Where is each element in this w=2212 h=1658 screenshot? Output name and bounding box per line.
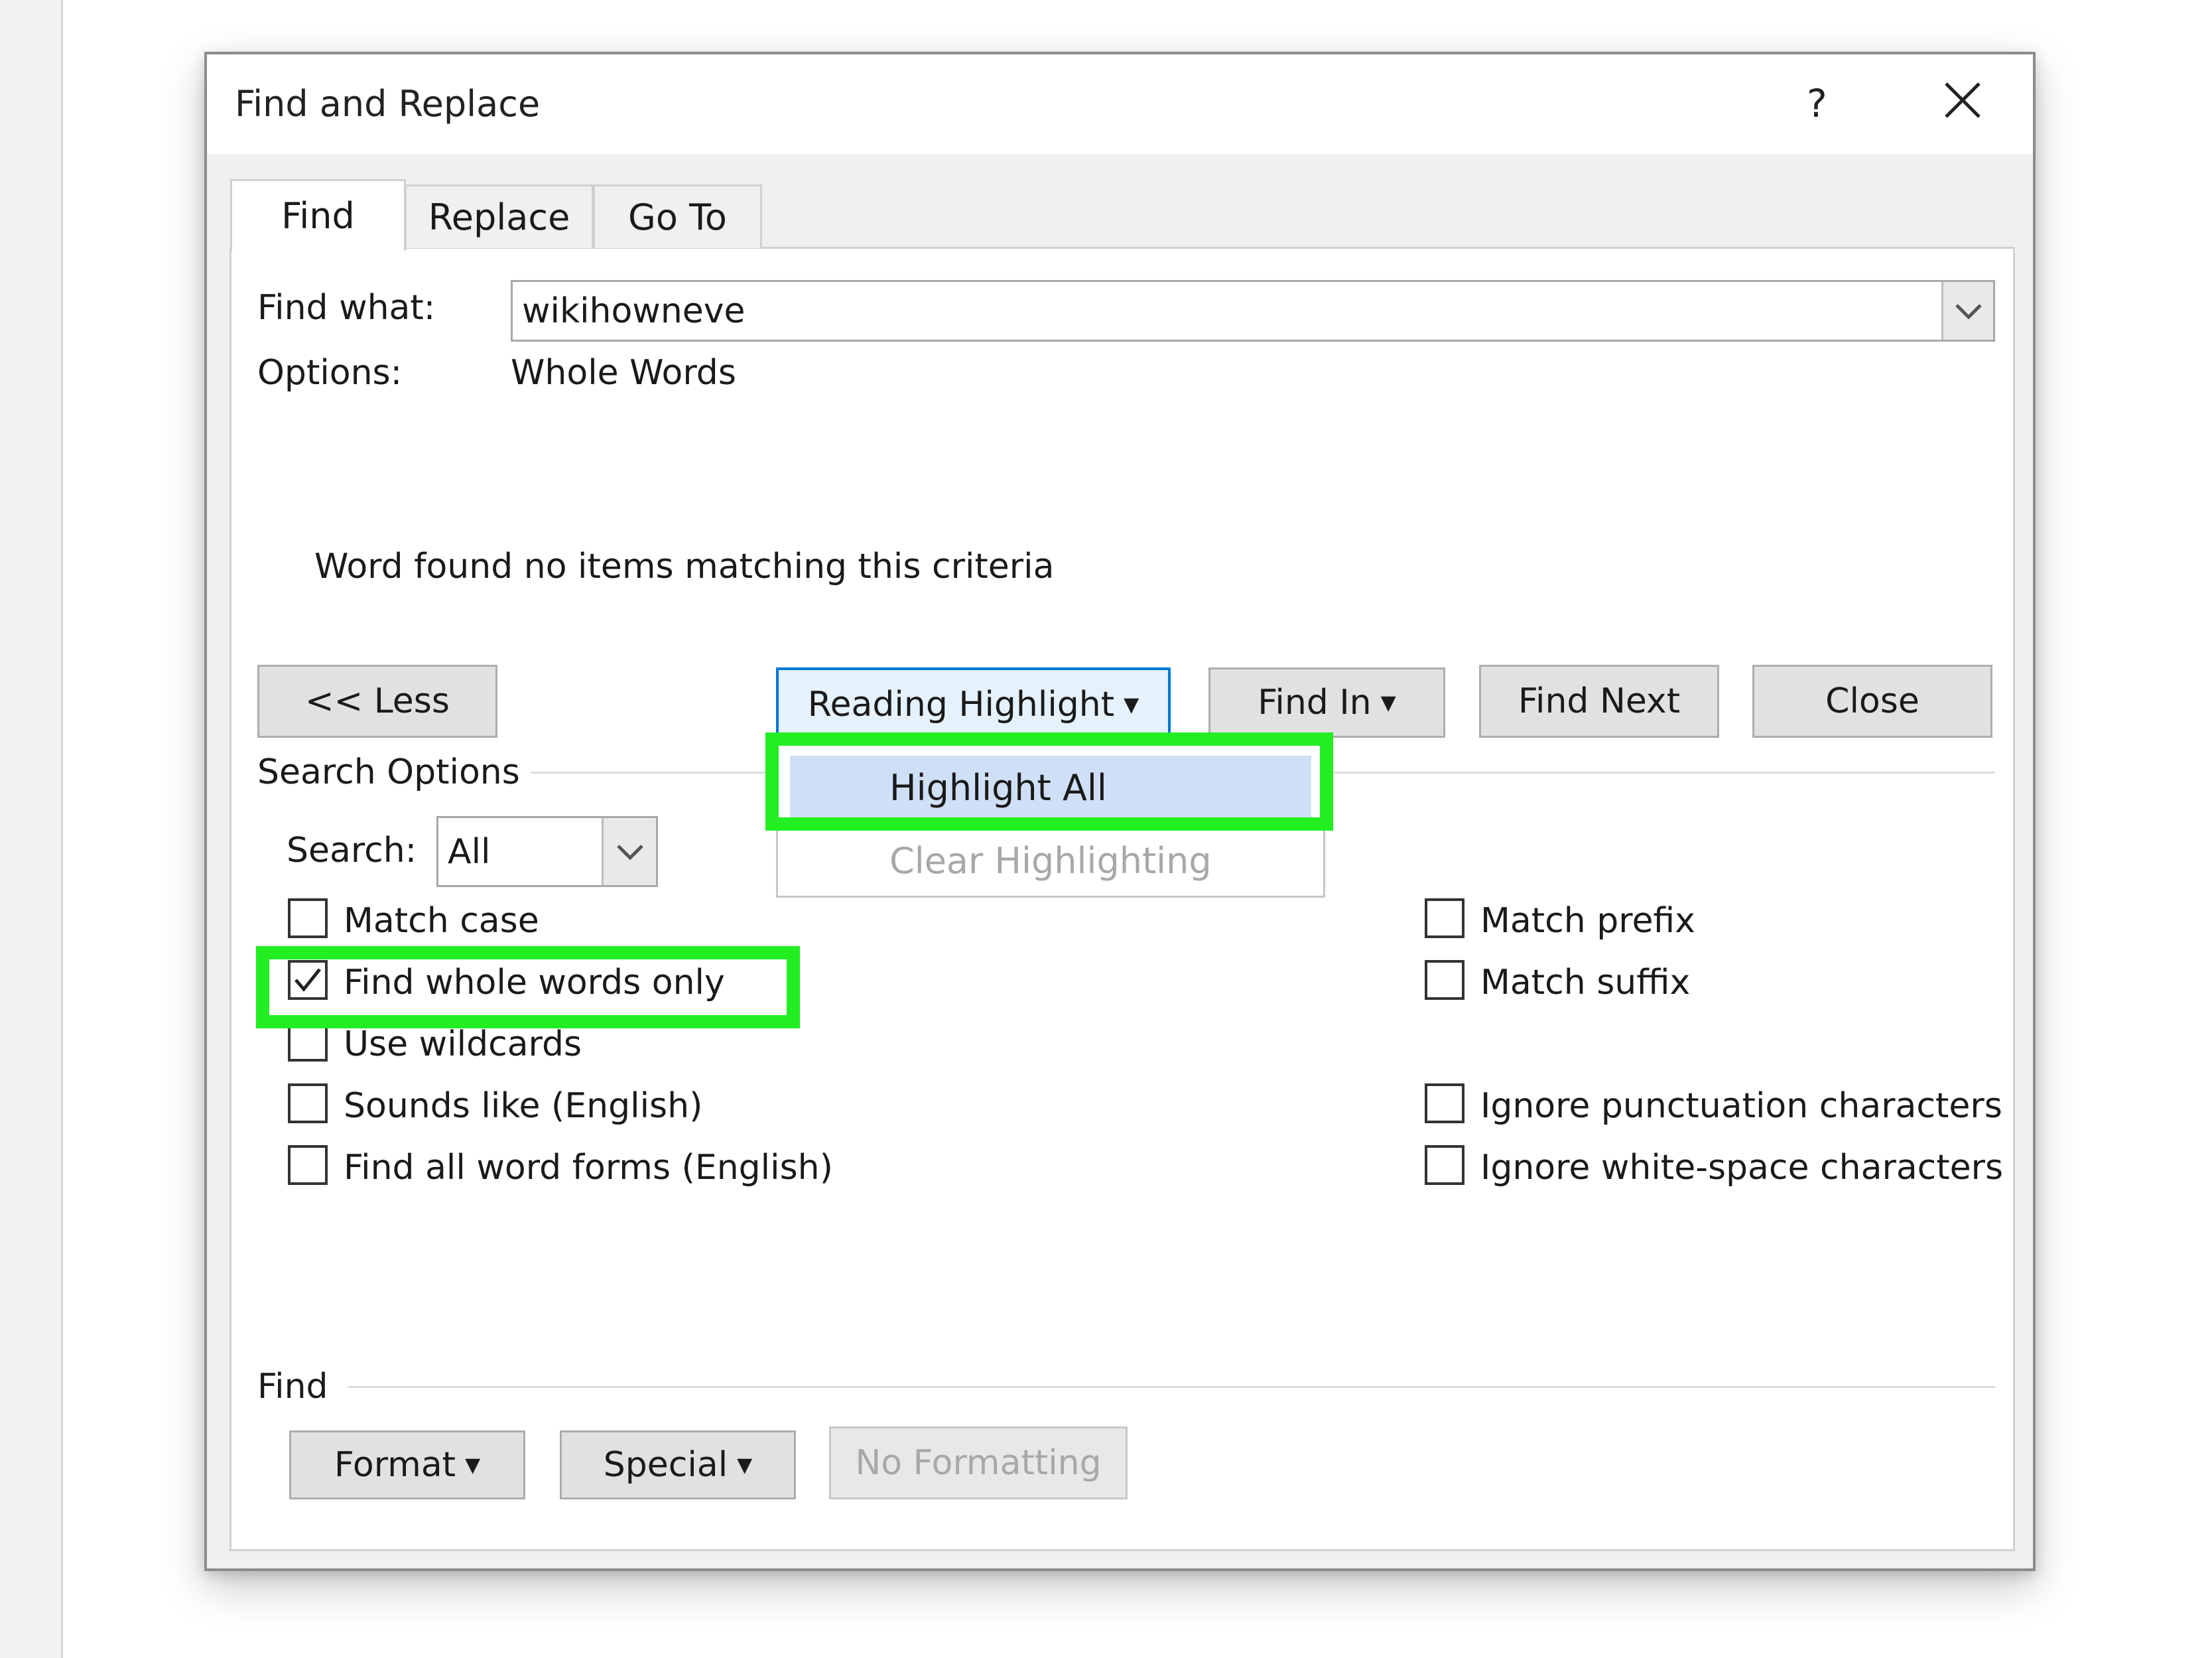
- menu-item-clear-highlighting: Clear Highlighting: [790, 829, 1311, 892]
- find-format-heading: Find: [257, 1367, 328, 1407]
- title-bar: Find and Replace ?: [207, 54, 2033, 154]
- tab-go-to[interactable]: Go To: [593, 184, 762, 248]
- no-formatting-label: No Formatting: [855, 1443, 1102, 1483]
- less-button[interactable]: << Less: [257, 665, 497, 738]
- sounds-like-checkbox[interactable]: [288, 1083, 328, 1123]
- format-label: Format: [334, 1445, 456, 1485]
- reading-highlight-label: Reading Highlight: [807, 685, 1115, 725]
- close-button[interactable]: Close: [1752, 665, 1992, 738]
- ignore-whitespace-label: Ignore white-space characters: [1480, 1148, 2004, 1188]
- reading-highlight-button[interactable]: Reading Highlight ▼: [776, 667, 1171, 742]
- tab-replace[interactable]: Replace: [405, 184, 594, 248]
- chevron-down-icon: [616, 844, 643, 861]
- caret-down-icon: ▼: [465, 1453, 481, 1477]
- caret-down-icon: ▼: [737, 1453, 753, 1477]
- document-background-strip: [0, 0, 63, 1658]
- format-button[interactable]: Format ▼: [289, 1430, 525, 1499]
- close-icon: [1945, 82, 1981, 118]
- no-formatting-button: No Formatting: [829, 1426, 1128, 1499]
- search-direction-value: All: [448, 831, 491, 872]
- find-format-divider: [348, 1386, 1995, 1388]
- ignore-whitespace-checkbox[interactable]: [1425, 1145, 1464, 1185]
- find-in-label: Find In: [1258, 683, 1372, 723]
- match-suffix-checkbox[interactable]: [1425, 960, 1464, 1000]
- options-value: Whole Words: [511, 353, 736, 393]
- special-label: Special: [603, 1445, 728, 1485]
- match-prefix-checkbox[interactable]: [1425, 898, 1464, 938]
- find-what-input[interactable]: wikihowneve: [511, 280, 1995, 342]
- chevron-down-icon: [1955, 303, 1982, 320]
- word-forms-label: Find all word forms (English): [344, 1148, 833, 1188]
- match-case-label: Match case: [344, 901, 539, 941]
- find-in-button[interactable]: Find In ▼: [1208, 667, 1445, 738]
- sounds-like-label: Sounds like (English): [344, 1086, 703, 1126]
- status-message: Word found no items matching this criter…: [314, 547, 1055, 587]
- clear-highlighting-label: Clear Highlighting: [889, 839, 1212, 882]
- caret-down-icon: ▼: [1380, 691, 1396, 715]
- tab-find[interactable]: Find: [230, 179, 406, 251]
- close-dialog-button[interactable]: [1939, 77, 1986, 123]
- find-replace-dialog: Find and Replace ? Find Replace Go To Fi…: [204, 52, 2036, 1571]
- match-case-checkbox[interactable]: [288, 898, 328, 938]
- options-label: Options:: [257, 353, 403, 393]
- tab-go-to-label: Go To: [628, 196, 727, 238]
- annotation-box-highlight-all: [765, 732, 1333, 831]
- special-button[interactable]: Special ▼: [560, 1430, 796, 1499]
- less-button-label: << Less: [305, 681, 450, 721]
- tab-panel: [229, 247, 2015, 1551]
- find-what-label: Find what:: [257, 288, 436, 328]
- tab-replace-label: Replace: [428, 196, 570, 238]
- word-forms-checkbox[interactable]: [288, 1145, 328, 1185]
- search-direction-select[interactable]: All: [436, 816, 658, 887]
- match-suffix-label: Match suffix: [1480, 963, 1691, 1002]
- find-what-value: wikihowneve: [522, 291, 746, 331]
- ignore-punctuation-label: Ignore punctuation characters: [1480, 1086, 2002, 1126]
- find-history-dropdown[interactable]: [1941, 282, 1993, 340]
- caret-down-icon: ▼: [1124, 693, 1139, 717]
- dialog-title: Find and Replace: [235, 83, 541, 125]
- search-direction-dropdown[interactable]: [602, 818, 656, 885]
- ignore-punctuation-checkbox[interactable]: [1425, 1083, 1464, 1123]
- close-button-label: Close: [1825, 681, 1919, 721]
- find-next-label: Find Next: [1518, 681, 1681, 721]
- wildcards-label: Use wildcards: [344, 1024, 582, 1064]
- tab-find-label: Find: [281, 195, 355, 237]
- find-next-button[interactable]: Find Next: [1479, 665, 1719, 738]
- search-options-heading: Search Options: [257, 752, 520, 792]
- match-prefix-label: Match prefix: [1480, 901, 1695, 941]
- help-button[interactable]: ?: [1807, 81, 1827, 126]
- annotation-box-whole-words: [256, 946, 800, 1028]
- search-direction-label: Search:: [287, 831, 417, 870]
